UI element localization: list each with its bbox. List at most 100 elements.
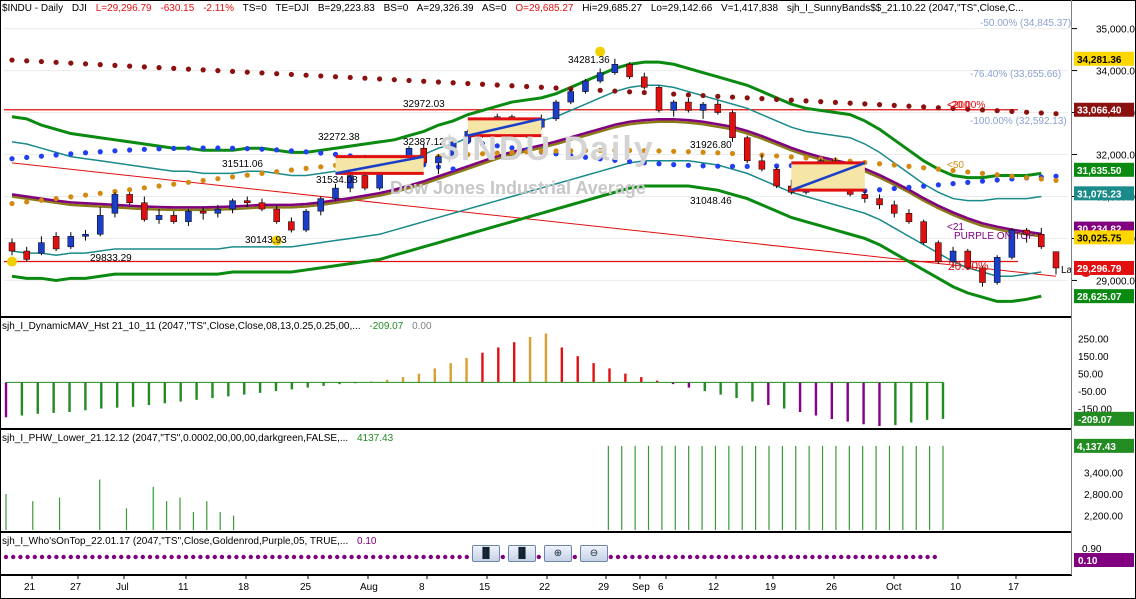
mav-axis-tick: -50.00	[1078, 387, 1107, 398]
pct-change: -2.11%	[203, 3, 235, 14]
whos-on-top-dot	[335, 554, 340, 560]
whos-on-top-dot	[83, 554, 88, 560]
ma21-dot	[906, 184, 912, 190]
zoom-in-button[interactable]: ⊕	[544, 545, 572, 562]
ma200-dot	[156, 65, 162, 71]
panel-divider-3[interactable]	[0, 531, 1072, 533]
candle-body	[38, 242, 45, 254]
mav-bar	[925, 382, 929, 420]
whos-on-top-dot	[291, 554, 297, 560]
whos-on-top-dot	[702, 554, 707, 560]
whos-on-top-dot	[234, 554, 239, 560]
ma50-dot	[656, 148, 662, 154]
ma200-dot	[112, 62, 118, 68]
ma200-dot	[1009, 108, 1015, 115]
ma50-dot	[156, 183, 162, 189]
ma21-dot	[112, 148, 118, 154]
whos-on-top-dot	[781, 554, 786, 560]
whos-on-top-dot	[284, 554, 289, 560]
whos-on-top-dot	[378, 554, 383, 560]
whos-on-top-dot	[205, 554, 210, 560]
whos-on-top-dot	[320, 554, 325, 560]
ma50-dot	[1023, 174, 1030, 181]
high-field: Hi=29,685.27	[582, 3, 643, 14]
whos-on-top-dot	[767, 554, 772, 560]
candle-body	[82, 234, 89, 237]
te-field: TE=DJI	[275, 3, 310, 14]
whos-on-top-dot	[896, 554, 901, 560]
whos-on-top-dot	[738, 554, 743, 560]
ma21-dot	[685, 162, 691, 168]
ma200-dot	[141, 64, 147, 70]
whos-on-top-dot	[867, 554, 873, 560]
panel-divider-2[interactable]	[0, 428, 1072, 430]
phw-axis-tick: 2,200.00	[1084, 512, 1123, 523]
whos-on-top-dot	[47, 554, 52, 560]
candle-body	[155, 215, 163, 220]
whos-on-top-dot	[803, 554, 808, 560]
panel-divider-1[interactable]	[0, 316, 1072, 318]
ma21-dot	[744, 163, 750, 170]
ma200-dot	[700, 92, 706, 99]
phw-axis-tick: 2,800.00	[1084, 490, 1123, 501]
dynamic-mav-title: sjh_I_DynamicMAV_Hst 21_10_11 (2047,"TS"…	[2, 321, 361, 332]
ma21-dot	[715, 163, 721, 169]
price-axis-label: 33,066.40	[1077, 106, 1122, 117]
price-annotation: 32272.38	[318, 132, 360, 143]
mav-bar	[513, 342, 516, 383]
whos-on-top-dot	[306, 554, 311, 560]
ma200-dot	[82, 61, 89, 67]
mav-bar	[36, 382, 39, 414]
ma50-dot	[318, 164, 324, 170]
mav-axis-tick: 50.00	[1078, 370, 1103, 381]
candle-body	[567, 91, 575, 103]
x-axis-label: 27	[70, 582, 82, 593]
ma200-dot	[876, 102, 883, 108]
whos-on-top-dot	[104, 554, 110, 560]
mav-axis-tick: 150.00	[1078, 352, 1109, 363]
whos-on-top-dot	[349, 554, 354, 560]
chart-canvas[interactable]: 35,000.0034,000.0033,000.0032,000.0031,0…	[0, 0, 1136, 599]
ma21-dot	[318, 150, 324, 156]
dynamic-mav-header: sjh_I_DynamicMAV_Hst 21_10_11 (2047,"TS"…	[2, 321, 438, 332]
whos-on-top-dot	[68, 554, 74, 560]
whos-on-top-dot	[680, 554, 685, 560]
whos-on-top-dot	[263, 554, 268, 560]
ma50-dot	[774, 153, 780, 159]
ma200-dot	[229, 68, 236, 75]
whos-on-top-dot	[860, 554, 865, 560]
ma200-dot	[862, 101, 868, 107]
candle-body	[773, 168, 780, 187]
ma21-dot	[891, 185, 897, 192]
x-axis-label: 11	[178, 582, 189, 593]
x-axis-label: 6	[658, 582, 664, 593]
ma200-dot	[1023, 109, 1030, 115]
open-field: O=29,685.27	[515, 3, 574, 14]
mav-bar	[910, 382, 913, 423]
mav-bar	[211, 382, 214, 399]
scroll-right-button[interactable]: ▐▌	[508, 545, 536, 562]
whos-on-top-dot	[248, 554, 253, 560]
zoom-out-button[interactable]: ⊖	[580, 545, 608, 562]
price-axis-tick: 35,000.00	[1096, 25, 1136, 36]
candle-body	[685, 101, 692, 111]
whos-on-top-dot	[709, 554, 714, 560]
ma200-dot	[288, 71, 294, 78]
mav-bar	[131, 382, 135, 407]
whos-on-top-dot	[623, 554, 628, 560]
candle-body	[596, 72, 604, 82]
ma200-dot	[38, 58, 45, 65]
whos-on-top-dot	[155, 554, 160, 560]
scroll-left-button[interactable]: ▐▌	[472, 545, 500, 562]
ma200-dot	[435, 79, 442, 85]
whos-on-top-dot	[399, 554, 405, 560]
ma50-dot	[215, 176, 221, 182]
ma50-dot	[788, 154, 794, 160]
mav-bar	[719, 382, 722, 395]
price-annotation: 32972.03	[403, 99, 445, 110]
ma200-dot	[935, 105, 941, 111]
ma200-dot	[274, 71, 280, 77]
x-axis-label: 10	[950, 582, 962, 593]
ma21-dot	[994, 177, 1000, 183]
ts-field: TS=0	[242, 3, 267, 14]
